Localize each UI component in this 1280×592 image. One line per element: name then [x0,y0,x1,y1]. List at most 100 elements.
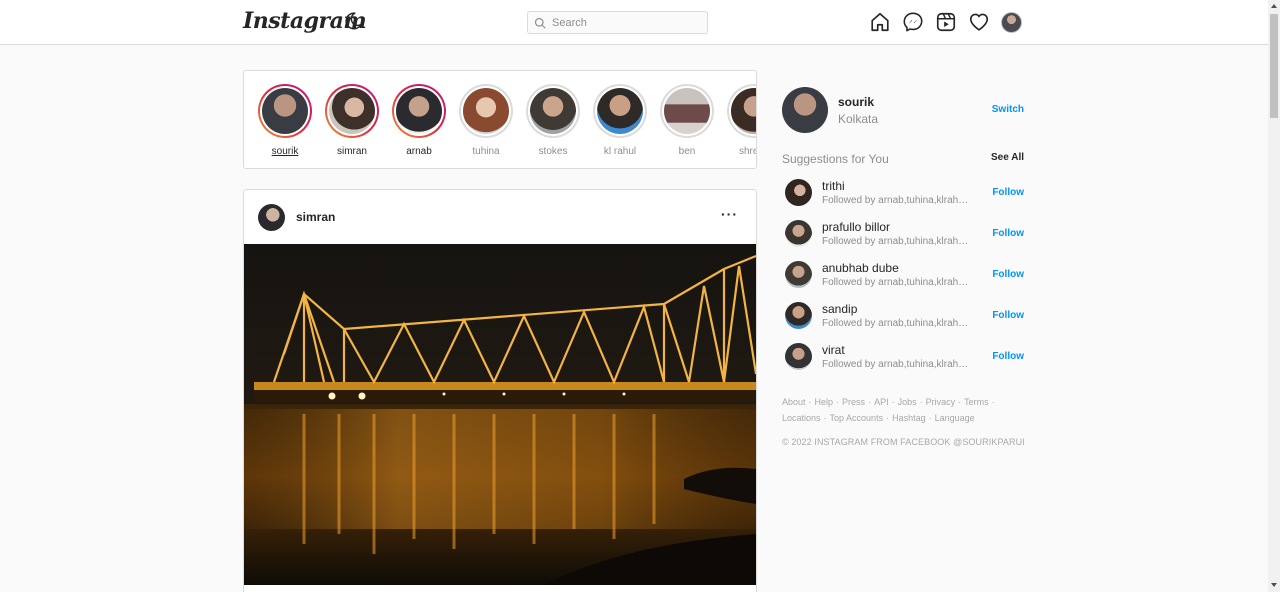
footer-links-row: Locations · Top Accounts · Hashtag · Language [782,410,1024,426]
follow-button[interactable]: Follow [992,228,1024,239]
footer-separator: · [891,397,895,407]
moon-icon[interactable] [342,10,364,32]
story-ring[interactable] [392,84,446,138]
story-ring-inner [729,86,756,136]
story-ring-inner [528,86,578,136]
footer-links-row: About · Help · Press · API · Jobs · Privacy · Terms · [782,394,1024,410]
scroll-down-arrow-icon[interactable] [1271,583,1277,587]
reels-icon[interactable] [935,11,957,33]
footer-separator: · [919,397,923,407]
footer-link[interactable]: Top Accounts [830,413,884,423]
footer-separator: · [928,413,932,423]
more-options-icon[interactable]: ··· [721,206,738,222]
scrollbar-thumb[interactable] [1270,14,1278,118]
post-image[interactable] [244,244,756,585]
footer-link[interactable]: Language [935,413,975,423]
follow-button[interactable]: Follow [992,351,1024,362]
story-item[interactable]: simran [325,84,379,157]
story-avatar [664,88,710,134]
story-item[interactable]: stokes [526,84,580,157]
search-input[interactable] [552,16,702,29]
profile-avatar[interactable] [1001,11,1022,33]
suggestion-item: virat Followed by arnab,tuhina,klrahul...… [782,343,1024,384]
footer-separator: · [886,413,890,423]
current-user-username[interactable]: sourik [838,95,874,109]
post-author-username[interactable]: simran [296,210,335,224]
suggestion-username[interactable]: sandip [822,302,857,316]
story-avatar [463,88,509,134]
messenger-icon[interactable] [902,11,924,33]
story-item[interactable]: kl rahul [593,84,647,157]
suggestion-username[interactable]: anubhab dube [822,261,899,275]
story-ring[interactable] [258,84,312,138]
story-item[interactable]: shreya [727,84,756,157]
see-all-button[interactable]: See All [991,152,1024,163]
current-user-avatar[interactable] [782,87,828,133]
nav-icon-group [869,11,1022,33]
footer-separator: · [808,397,812,407]
story-ring[interactable] [660,84,714,138]
switch-account-button[interactable]: Switch [992,104,1024,115]
story-item[interactable]: sourik [258,84,312,157]
story-ring-inner [461,86,511,136]
story-item[interactable]: arnab [392,84,446,157]
follow-button[interactable]: Follow [992,310,1024,321]
story-ring[interactable] [459,84,513,138]
suggestions-list: trithi Followed by arnab,tuhina,klrahul..… [782,179,1024,384]
suggestions-title: Suggestions for You [782,152,889,166]
story-avatar [329,88,375,134]
suggestion-avatar[interactable] [785,302,812,329]
suggestion-item: trithi Followed by arnab,tuhina,klrahul..… [782,179,1024,220]
search-icon [534,17,546,29]
footer-separator: · [991,397,995,407]
suggestion-avatar[interactable] [785,220,812,247]
footer-link[interactable]: Locations [782,413,821,423]
feed-post: simran ··· [243,189,757,592]
story-ring[interactable] [526,84,580,138]
post-author-avatar[interactable] [258,203,285,231]
footer-link[interactable]: Terms [964,397,989,407]
story-username: tuhina [472,146,500,157]
suggestion-avatar[interactable] [785,179,812,206]
footer-link[interactable]: Jobs [898,397,917,407]
follow-button[interactable]: Follow [992,187,1024,198]
footer-link[interactable]: Privacy [926,397,956,407]
footer-link[interactable]: Help [815,397,834,407]
suggestion-username[interactable]: trithi [822,179,845,193]
footer-separator: · [836,397,840,407]
scroll-up-arrow-icon[interactable] [1271,4,1277,8]
suggestion-username[interactable]: virat [822,343,845,357]
story-avatar [530,88,576,134]
story-username: arnab [406,146,432,157]
footer-link[interactable]: About [782,397,806,407]
heart-icon[interactable] [968,11,990,33]
page-scrollbar[interactable] [1268,0,1280,592]
follow-button[interactable]: Follow [992,269,1024,280]
story-ring[interactable] [593,84,647,138]
footer-link[interactable]: Press [842,397,865,407]
top-navigation-bar: Instagram [0,0,1268,45]
suggestion-followed-by: Followed by arnab,tuhina,klrahul... [822,359,972,370]
footer-link[interactable]: API [874,397,889,407]
story-ring[interactable] [727,84,756,138]
footer-link[interactable]: Hashtag [892,413,926,423]
story-ring[interactable] [325,84,379,138]
story-username: shreya [738,146,756,157]
home-icon[interactable] [869,11,891,33]
story-username: ben [678,146,696,157]
footer-separator: · [823,413,827,423]
suggestion-avatar[interactable] [785,343,812,370]
story-item[interactable]: ben [660,84,714,157]
post-header: simran [244,190,756,244]
search-box[interactable] [527,11,708,34]
story-avatar [262,88,308,134]
story-avatar [731,88,756,134]
suggestion-avatar[interactable] [785,261,812,288]
suggestion-username[interactable]: prafullo billor [822,220,890,234]
story-ring-inner [327,86,377,136]
stories-tray: sourik simran arnab tuhina stokes kl rahul ben… [243,70,757,169]
suggestion-item: sandip Followed by arnab,tuhina,klrahul..… [782,302,1024,343]
story-username: stokes [538,146,568,157]
story-ring-inner [595,86,645,136]
story-item[interactable]: tuhina [459,84,513,157]
